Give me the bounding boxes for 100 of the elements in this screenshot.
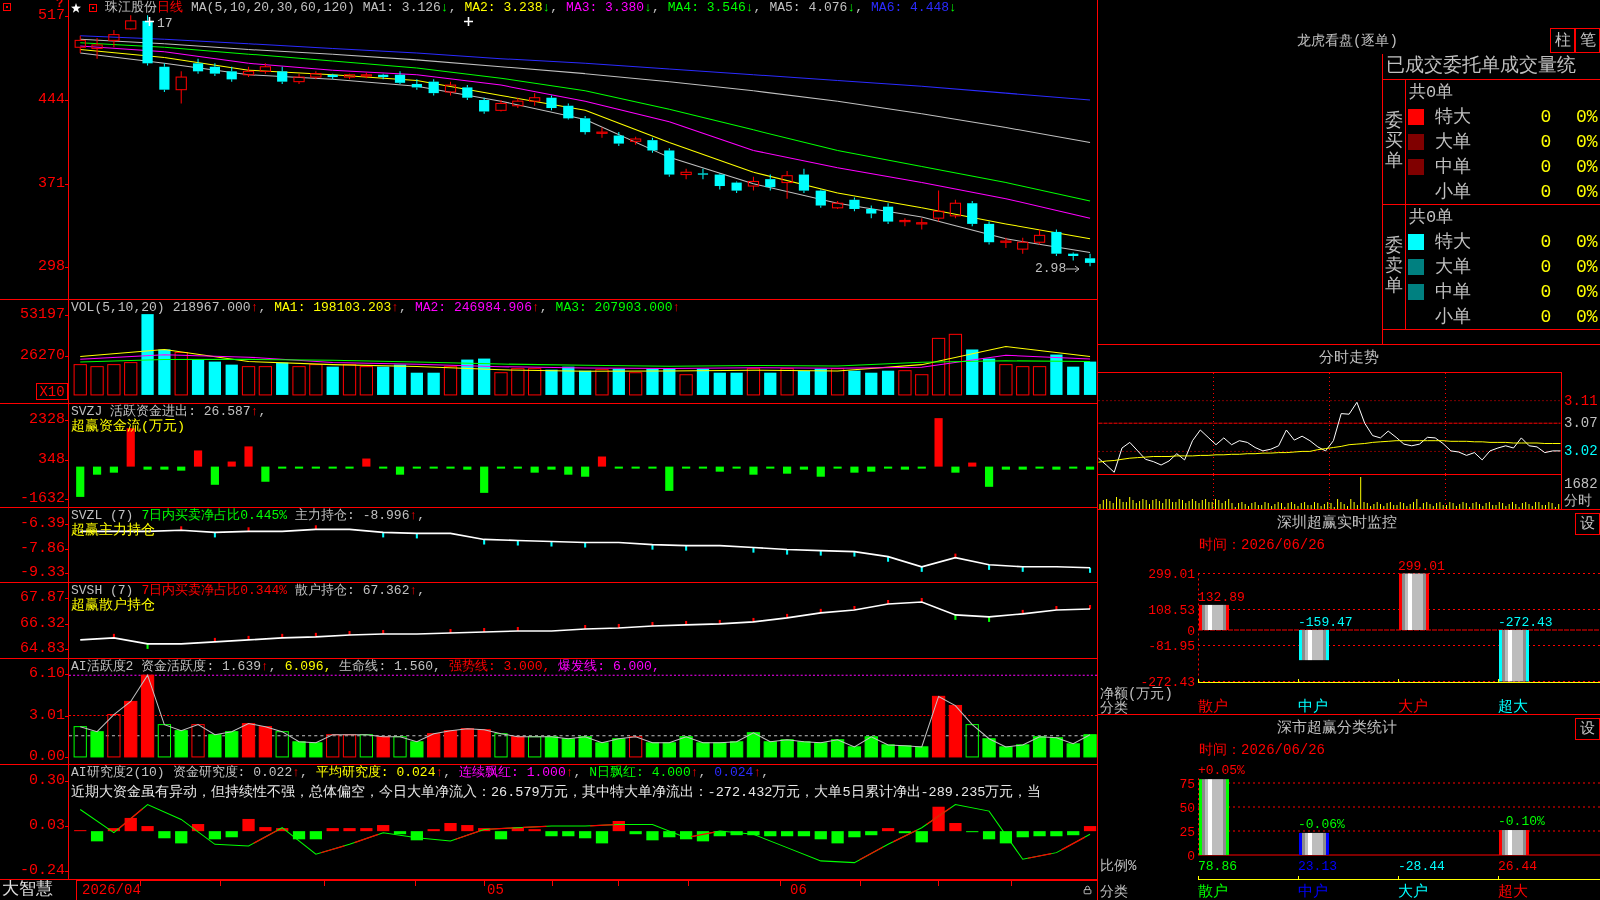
timestamp: 时间：2026/06/26 [1199, 743, 1325, 757]
category-label: 超大 [1498, 699, 1528, 714]
axis-label: 67.87 [20, 590, 65, 605]
order-total: 共0单 [1409, 208, 1454, 226]
legend-entry: MA5: 4.076↓, [769, 0, 864, 15]
value-label: 299.01 [1398, 558, 1445, 574]
order-share: 0% [1576, 307, 1598, 326]
axis-label: 53197 [20, 308, 65, 323]
indicator-name: SVSH (7) [71, 583, 134, 598]
indicator-subtitle: 超赢散户持仓 [71, 598, 155, 613]
unit-label: 分时 [1564, 494, 1592, 508]
axis-label: 0 [1187, 848, 1195, 864]
date-label: 05 [487, 882, 504, 898]
axis-label: 3.01 [29, 709, 65, 724]
axis-label: 348 [38, 452, 65, 467]
order-share: 0% [1576, 282, 1598, 301]
side-label: 委买单 [1385, 112, 1403, 172]
order-total: 共0单 [1409, 83, 1454, 101]
unit-label: X10 [36, 383, 68, 400]
category-label: 散户 [1198, 699, 1228, 714]
axis-label: 26270 [20, 348, 65, 363]
indicator-name: AI研究度2(10) [71, 765, 165, 780]
legend-entry: MA3: 207903.000↑ [555, 300, 681, 315]
axis-label: 0.30 [29, 774, 65, 789]
order-count: 0 [1540, 282, 1552, 301]
category-label: 散户 [1198, 884, 1228, 900]
order-count: 0 [1540, 132, 1552, 151]
axis-label: -1632 [20, 491, 65, 506]
order-size-label: 特大 [1435, 107, 1472, 126]
value-label: 78.86 [1198, 859, 1237, 874]
order-count: 0 [1540, 257, 1552, 276]
legend-entry: 7日内买卖净占比0.445% [141, 508, 288, 523]
order-share: 0% [1576, 232, 1598, 251]
indicator-name: AI活跃度2 [71, 659, 134, 674]
analysis-comment: 近期大资金虽有异动，但持续性不强，总体偏空，今日大单净流入：26.579万元，其中特大单净流出：-272.432万元，大单5日累计净出-289.235万元，当 [71, 784, 1042, 801]
volume-label: 1682 [1564, 477, 1598, 491]
panel-title: 深圳超赢实时监控 [1276, 515, 1397, 531]
stock-name: 珠江股份 [105, 0, 157, 15]
axis-title: 分类 [1100, 884, 1128, 900]
price-label: 3.11 [1564, 393, 1598, 408]
axis-title: 比例% [1100, 858, 1137, 874]
legend-entry: 生命线: 1.560, [339, 659, 441, 674]
axis-label: 444 [38, 93, 65, 107]
legend-entry: N日飘红: 4.000↑, [589, 765, 707, 780]
legend-entry: 0.024↑, [714, 765, 769, 780]
indicator-name: SVZJ [71, 404, 103, 419]
legend-entry: MA3: 3.380↓, [566, 0, 660, 15]
order-count: 0 [1540, 307, 1552, 326]
legend-entry: MA6: 4.448↓ [871, 0, 957, 15]
panel-title: 深市超赢分类统计 [1276, 720, 1397, 736]
order-size-label: 大单 [1435, 132, 1472, 151]
panel-title: 分时走势 [1319, 351, 1379, 366]
axis-label: 299.01 [1148, 567, 1195, 582]
order-size-label: 大单 [1435, 257, 1472, 276]
legend-entry: MA2: 3.238↓, [464, 0, 559, 15]
order-share: 0% [1576, 157, 1598, 176]
indicator-subtitle: 超赢资金流(万元) [71, 419, 186, 434]
brand-name: 大智慧 [2, 881, 53, 899]
order-count: 0 [1540, 182, 1552, 201]
legend-entry: MA4: 3.546↓, [667, 0, 762, 15]
value-label: 23.13 [1298, 859, 1337, 874]
legend-entry: MA1: 198103.203↑, [274, 300, 407, 315]
axis-label: 75 [1179, 776, 1195, 792]
legend-entry: MA2: 246984.906↑, [414, 300, 548, 315]
date-label: 2026/04 [82, 882, 141, 898]
change-label: -0.06% [1298, 816, 1345, 832]
order-count: 0 [1540, 157, 1552, 176]
legend-entry: 资金活跃度: 1.639↑, [141, 659, 277, 674]
category-label: 大户 [1398, 884, 1428, 900]
axis-label: 517 [38, 9, 65, 24]
axis-label: 64.83 [20, 641, 65, 656]
axis-label: 2328 [29, 413, 65, 428]
axis-label: -7.86 [20, 541, 65, 556]
axis-label: -0.24 [20, 863, 65, 878]
order-count: 0 [1540, 232, 1552, 251]
category-label: 超大 [1498, 884, 1528, 900]
legend-entry: 平均研究度: 0.024↑, [315, 765, 452, 780]
order-share: 0% [1576, 132, 1598, 151]
price-label: 3.07 [1564, 416, 1598, 431]
order-count: 0 [1540, 107, 1552, 126]
axis-label: 6.10 [29, 667, 65, 682]
indicator-name: SVZL (7) [71, 508, 134, 523]
axis-label: 25 [1179, 824, 1195, 840]
axis-title: 分类 [1100, 700, 1128, 714]
axis-label: 0.00 [29, 749, 65, 764]
legend-entry: 资金研究度: 0.022↑, [172, 765, 308, 780]
order-share: 0% [1576, 182, 1598, 201]
value-label: -272.43 [1498, 615, 1553, 630]
axis-label: 298 [38, 260, 65, 275]
value-label: -28.44 [1398, 859, 1445, 874]
axis-label: 371 [38, 176, 65, 191]
legend-entry: 218967.000↑, [172, 300, 267, 315]
date-label: 06 [790, 882, 807, 898]
order-size-label: 中单 [1435, 282, 1472, 301]
panel-title: 龙虎看盘(逐单) [1297, 34, 1398, 48]
legend-entry: 活跃资金进出: 26.587↑, [110, 404, 267, 419]
axis-label: 0 [1187, 623, 1195, 639]
legend-entry: 6.096, [284, 659, 332, 674]
category-label: 中户 [1298, 699, 1328, 714]
axis-label: -6.39 [20, 517, 65, 532]
